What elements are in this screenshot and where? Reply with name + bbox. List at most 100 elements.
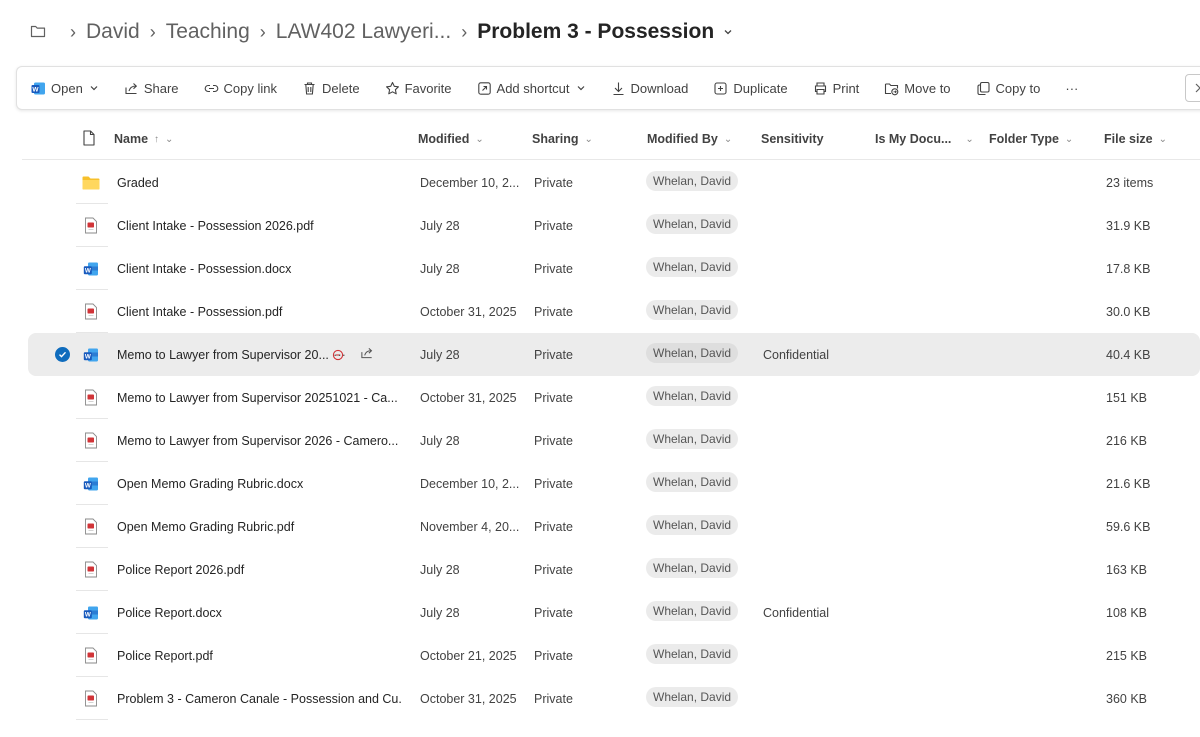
modified-by[interactable]: Whelan, David — [646, 204, 739, 247]
modified-by[interactable]: Whelan, David — [646, 247, 739, 290]
column-header-modified[interactable]: Modified ⌄ — [418, 118, 484, 160]
pdf-file-icon — [80, 419, 102, 462]
file-name[interactable]: Police Report.pdf — [117, 634, 402, 677]
file-name[interactable]: Police Report 2026.pdf — [117, 548, 402, 591]
file-row[interactable]: W Police Report.docx July 28 Private Whelan,… — [22, 591, 1200, 634]
chevron-down-icon: ⌄ — [1064, 133, 1074, 145]
open-label: Open — [51, 80, 83, 96]
folder-outline-icon — [30, 23, 48, 41]
share-label: Share — [143, 80, 179, 96]
modified-by[interactable]: Whelan, David — [646, 591, 739, 634]
share-button[interactable]: Share — [124, 81, 179, 96]
modified-by[interactable]: Whelan, David — [646, 290, 739, 333]
file-size: 215 KB — [1106, 648, 1148, 663]
file-name-text: Police Report 2026.pdf — [117, 562, 245, 577]
word-file-icon: W — [80, 247, 102, 290]
column-header-file-size[interactable]: File size ⌄ — [1104, 118, 1167, 160]
more-icon: ··· — [1065, 80, 1079, 96]
file-size: 108 KB — [1106, 605, 1148, 620]
duplicate-button[interactable]: Duplicate — [713, 81, 788, 96]
file-name[interactable]: Client Intake - Possession 2026.pdf — [117, 204, 402, 247]
file-row[interactable]: Problem 3 - Cameron Canale - Possession … — [22, 677, 1200, 720]
column-header-name[interactable]: Name ↑ ⌄ — [114, 118, 173, 160]
star-icon — [385, 81, 400, 96]
file-name-text: Open Memo Grading Rubric.pdf — [117, 519, 295, 534]
modified-by[interactable]: Whelan, David — [646, 161, 739, 204]
chevron-down-icon: ⌄ — [723, 133, 733, 145]
favorite-button[interactable]: Favorite — [385, 81, 452, 96]
file-name[interactable]: Memo to Lawyer from Supervisor 2026 - Ca… — [117, 419, 402, 462]
file-row[interactable]: W Client Intake - Possession.docx July 28 P… — [22, 247, 1200, 290]
row-share-icon[interactable] — [360, 346, 374, 363]
file-name[interactable]: Client Intake - Possession.docx — [117, 247, 402, 290]
add-shortcut-button[interactable]: Add shortcut — [477, 81, 586, 96]
download-button[interactable]: Download — [611, 81, 688, 96]
print-button[interactable]: Print — [813, 81, 859, 96]
file-row[interactable]: W Memo to Lawyer from Supervisor 20... ···… — [28, 333, 1200, 376]
open-button[interactable]: W Open — [31, 81, 99, 96]
download-icon — [611, 81, 626, 96]
file-type-column-header[interactable] — [82, 118, 96, 160]
file-name[interactable]: Police Report.docx — [117, 591, 402, 634]
file-size: 163 KB — [1106, 562, 1148, 577]
file-name[interactable]: Open Memo Grading Rubric.docx — [117, 462, 402, 505]
pdf-file-icon — [80, 290, 102, 333]
file-row[interactable]: Graded December 10, 2... Private Whelan, Da… — [22, 161, 1200, 204]
modified-by[interactable]: Whelan, David — [646, 419, 739, 462]
column-header-sensitivity[interactable]: Sensitivity — [761, 118, 824, 160]
close-details-button[interactable] — [1185, 74, 1200, 102]
file-row[interactable]: Memo to Lawyer from Supervisor 20251021 … — [22, 376, 1200, 419]
file-row[interactable]: Memo to Lawyer from Supervisor 2026 - Ca… — [22, 419, 1200, 462]
file-size: 216 KB — [1106, 433, 1148, 448]
file-row[interactable]: Open Memo Grading Rubric.pdf November 4, … — [22, 505, 1200, 548]
file-row[interactable]: Police Report 2026.pdf July 28 Private Whel… — [22, 548, 1200, 591]
file-name[interactable]: Open Memo Grading Rubric.pdf — [117, 505, 402, 548]
modified-by[interactable]: Whelan, David — [646, 333, 739, 376]
delete-label: Delete — [321, 80, 360, 96]
column-header-modified-by[interactable]: Modified By ⌄ — [647, 118, 732, 160]
file-name[interactable]: Problem 3 - Cameron Canale - Possession … — [117, 677, 402, 720]
modified-by[interactable]: Whelan, David — [646, 462, 739, 505]
modified-by-pill: Whelan, David — [646, 170, 739, 191]
more-actions-button[interactable]: ··· — [1065, 81, 1078, 96]
row-checkbox[interactable] — [52, 333, 72, 376]
move-to-button[interactable]: Move to — [884, 81, 951, 96]
file-name-text: Graded — [117, 175, 159, 190]
chevron-down-icon[interactable] — [722, 26, 734, 38]
breadcrumb-item-course[interactable]: LAW402 Lawyeri... — [276, 20, 451, 44]
column-header-sensitivity-label: Sensitivity — [761, 132, 824, 146]
modified-by[interactable]: Whelan, David — [646, 505, 739, 548]
delete-button[interactable]: Delete — [302, 81, 360, 96]
modified-by[interactable]: Whelan, David — [646, 376, 739, 419]
file-row[interactable]: W Open Memo Grading Rubric.docx December 1… — [22, 462, 1200, 505]
pdf-file-icon — [80, 376, 102, 419]
svg-text:W: W — [85, 611, 91, 618]
copy-to-button[interactable]: Copy to — [976, 80, 1041, 96]
column-header-is-my-document[interactable]: Is My Docu... ⌄ — [875, 118, 974, 160]
file-name[interactable]: Graded — [117, 161, 402, 204]
column-header-name-label: Name — [114, 132, 149, 146]
copy-to-label: Copy to — [995, 80, 1041, 96]
modified-by[interactable]: Whelan, David — [646, 548, 739, 591]
file-name[interactable]: Client Intake - Possession.pdf — [117, 290, 402, 333]
modified-by[interactable]: Whelan, David — [646, 677, 739, 720]
row-more-button[interactable]: ··· — [333, 347, 346, 362]
copy-link-button[interactable]: Copy link — [204, 81, 277, 96]
breadcrumb-item-david[interactable]: David — [86, 20, 140, 44]
file-row[interactable]: Client Intake - Possession 2026.pdf July … — [22, 204, 1200, 247]
breadcrumb-separator: › — [461, 21, 468, 42]
page-title[interactable]: Problem 3 - Possession — [477, 20, 714, 44]
file-row[interactable]: Client Intake - Possession.pdf October 31… — [22, 290, 1200, 333]
svg-text:W: W — [32, 86, 39, 93]
file-row[interactable]: Police Report.pdf October 21, 2025 Private… — [22, 634, 1200, 677]
file-size: 21.6 KB — [1106, 476, 1151, 491]
column-header-folder-type[interactable]: Folder Type ⌄ — [989, 118, 1073, 160]
file-name-text: Client Intake - Possession 2026.pdf — [117, 218, 314, 233]
sensitivity-label: Confidential — [763, 605, 830, 620]
breadcrumb-item-teaching[interactable]: Teaching — [166, 20, 250, 44]
modified-by[interactable]: Whelan, David — [646, 634, 739, 677]
chevron-down-icon: ⌄ — [965, 133, 974, 145]
column-header-sharing[interactable]: Sharing ⌄ — [532, 118, 593, 160]
file-name[interactable]: Memo to Lawyer from Supervisor 20251021 … — [117, 376, 402, 419]
breadcrumb-separator: › — [259, 21, 266, 42]
